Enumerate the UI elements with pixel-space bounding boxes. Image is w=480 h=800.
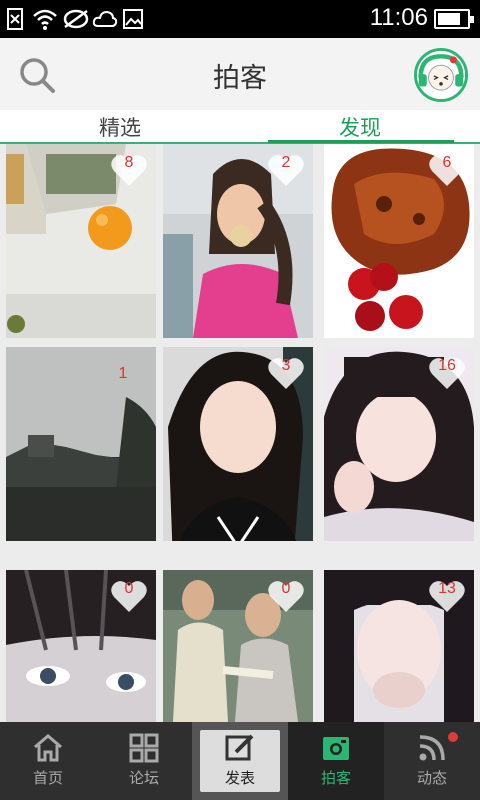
nav-paike-label: 拍客 (320, 769, 351, 787)
home-icon (34, 734, 62, 762)
photo-tile[interactable]: 6 (324, 144, 474, 338)
status-bar: 11:06 (0, 0, 480, 38)
photo-tile[interactable]: 8 (6, 144, 156, 338)
nav-forum[interactable]: 论坛 (96, 722, 192, 800)
battery-icon (434, 9, 474, 29)
sim-missing-icon (7, 8, 23, 30)
tab-bar: 精选 发现 (0, 110, 480, 144)
app-header: 拍客 (0, 38, 480, 110)
photo-tile[interactable]: 13 (324, 570, 474, 722)
photo-tile[interactable]: 1 (6, 347, 156, 541)
tab-discover[interactable]: 发现 (240, 112, 480, 142)
photo-tile[interactable]: 0 (163, 570, 313, 722)
avatar[interactable] (414, 48, 468, 102)
photo-tile[interactable]: 2 (163, 144, 313, 338)
photo-tile[interactable]: 3 (163, 347, 313, 541)
active-tab-indicator (268, 140, 454, 143)
like-count: 0 (281, 580, 291, 597)
bottom-nav: 首页 论坛 发表 拍客 动态 (0, 722, 480, 800)
tab-featured[interactable]: 精选 (0, 112, 240, 142)
nav-post-label: 发表 (224, 769, 255, 787)
cartoon-avatar-icon (417, 51, 465, 99)
sync-icon (63, 9, 89, 29)
like-count: 0 (124, 580, 134, 597)
nav-post[interactable]: 发表 (192, 722, 288, 800)
like-count: 8 (124, 154, 134, 171)
nav-feed[interactable]: 动态 (384, 722, 480, 800)
like-count: 16 (438, 357, 456, 374)
feed-icon (419, 735, 445, 761)
nav-paike[interactable]: 拍客 (288, 722, 384, 800)
nav-forum-label: 论坛 (128, 769, 159, 787)
like-count: 6 (442, 154, 452, 171)
wifi-icon (33, 9, 57, 30)
photo-grid: 8 2 6 1 3 16 0 0 13 (0, 144, 480, 722)
grid-icon (129, 733, 159, 763)
cloud-icon (92, 10, 118, 27)
nav-feed-label: 动态 (416, 769, 447, 787)
like-count: 2 (281, 154, 291, 171)
like-count: 13 (438, 580, 456, 597)
edit-icon (225, 734, 254, 761)
clock: 11:06 (369, 4, 428, 31)
nav-home[interactable]: 首页 (0, 722, 96, 800)
like-count: 3 (281, 357, 291, 374)
nav-home-label: 首页 (32, 769, 63, 787)
camera-icon (323, 737, 349, 760)
gallery-icon (123, 9, 143, 29)
like-count: 1 (118, 365, 128, 382)
page-title: 拍客 (213, 63, 267, 94)
photo-tile[interactable]: 16 (324, 347, 474, 541)
notification-dot (448, 732, 458, 742)
photo-tile[interactable]: 0 (6, 570, 156, 722)
